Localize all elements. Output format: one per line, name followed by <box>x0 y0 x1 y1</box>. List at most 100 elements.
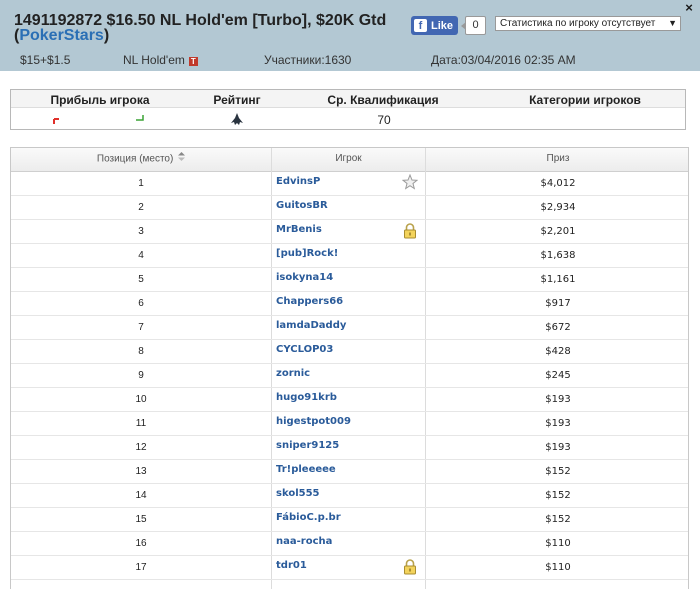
game-type-label: NL Hold'em <box>123 53 185 67</box>
player-name-link[interactable]: isokyna14 <box>276 268 333 291</box>
table-row: 7 lamdaDaddy $672 <box>11 316 688 340</box>
facebook-like-label: Like <box>431 19 454 32</box>
prize-cell: $1,161 <box>540 274 576 285</box>
prize-cell: $245 <box>545 370 571 381</box>
prize-cell: $917 <box>545 298 571 309</box>
facebook-like-count: 0 <box>461 16 486 35</box>
player-name-link[interactable]: skol555 <box>276 484 320 507</box>
position-cell: 4 <box>138 250 144 261</box>
table-row: 2 GuitosBR $2,934 <box>11 196 688 220</box>
table-row: 10 hugo91krb $193 <box>11 388 688 412</box>
prize-cell: $193 <box>545 442 571 453</box>
player-name-link[interactable]: Tr!pleeeee <box>276 460 336 483</box>
player-name-link[interactable]: tdr01 <box>276 556 307 579</box>
profit-green-icon <box>136 115 144 121</box>
player-name-link[interactable]: [pub]Rock! <box>276 244 338 267</box>
prize-cell: $110 <box>545 562 571 573</box>
position-cell: 2 <box>138 202 144 213</box>
player-name-link[interactable]: FábioC.p.br <box>276 508 341 531</box>
prize-cell: $193 <box>545 418 571 429</box>
title-close-paren: ) <box>103 27 110 44</box>
results-table-header: Позиция (место) Игрок Приз <box>11 148 688 172</box>
tournament-popup: × 1491192872 $16.50 NL Hold'em [Turbo], … <box>0 0 700 589</box>
site-link[interactable]: PokerStars <box>19 27 104 44</box>
position-cell: 17 <box>135 562 147 573</box>
prize-cell: $110 <box>545 538 571 549</box>
table-row: 6 Chappers66 $917 <box>11 292 688 316</box>
position-cell: 8 <box>138 346 144 357</box>
position-cell: 5 <box>138 274 144 285</box>
position-cell: 3 <box>138 226 144 237</box>
prize-cell: $2,201 <box>540 226 576 237</box>
player-stats-select-value: Статистика по игроку отсутствует <box>500 18 656 29</box>
position-cell: 15 <box>135 514 147 525</box>
player-stats-select[interactable]: Статистика по игроку отсутствует ▼ <box>495 16 681 31</box>
results-table: Позиция (место) Игрок Приз 1 EdvinsP $4,01… <box>10 147 689 589</box>
stats-header-player-categories: Категории игроков <box>529 93 641 107</box>
prize-cell: $152 <box>545 514 571 525</box>
player-name-link[interactable]: GuitosBR <box>276 196 328 219</box>
lock-icon <box>402 558 420 576</box>
stats-header-profit: Прибыль игрока <box>50 93 150 107</box>
position-cell: 14 <box>135 490 147 501</box>
rating-shark-icon <box>231 113 243 125</box>
column-position[interactable]: Позиция (место) <box>11 148 271 172</box>
tournament-header: × 1491192872 $16.50 NL Hold'em [Turbo], … <box>0 0 700 71</box>
facebook-icon: f <box>414 19 427 32</box>
avg-qualification-value: 70 <box>377 113 391 127</box>
table-row: 5 isokyna14 $1,161 <box>11 268 688 292</box>
table-row: 9 zornic $245 <box>11 364 688 388</box>
tournament-date: Дата:03/04/2016 02:35 AM <box>431 53 576 67</box>
tournament-stats-panel: Прибыль игрока Рейтинг Ср. Квалификация … <box>10 89 686 130</box>
column-prize[interactable]: Приз <box>426 148 688 172</box>
position-cell: 13 <box>135 466 147 477</box>
sort-arrows-icon <box>178 148 186 170</box>
column-player[interactable]: Игрок <box>272 148 425 172</box>
position-cell: 16 <box>135 538 147 549</box>
table-row: 11 higestpot009 $193 <box>11 412 688 436</box>
position-cell: 7 <box>138 322 144 333</box>
position-cell: 9 <box>138 370 144 381</box>
table-row: 8 CYCLOP03 $428 <box>11 340 688 364</box>
prize-cell: $152 <box>545 466 571 477</box>
position-cell: 11 <box>135 418 147 429</box>
player-name-link[interactable]: Chappers66 <box>276 292 343 315</box>
star-icon[interactable] <box>401 173 420 192</box>
player-name-link[interactable]: EdvinsP <box>276 172 320 195</box>
table-row: 14 skol555 $152 <box>11 484 688 508</box>
stats-header-row: Прибыль игрока Рейтинг Ср. Квалификация … <box>11 90 685 108</box>
column-position-label: Позиция (место) <box>96 153 174 165</box>
player-name-link[interactable]: zornic <box>276 364 310 387</box>
table-row: 1 EdvinsP $4,012 <box>11 172 688 196</box>
prize-cell: $193 <box>545 394 571 405</box>
player-name-link[interactable]: hugo91krb <box>276 388 337 411</box>
player-name-link[interactable]: CYCLOP03 <box>276 340 333 363</box>
position-cell: 10 <box>135 394 147 405</box>
table-row: 4 [pub]Rock! $1,638 <box>11 244 688 268</box>
facebook-like-button[interactable]: f Like <box>411 16 458 35</box>
participants-count: Участники:1630 <box>264 53 352 67</box>
stats-header-avg-qualification: Ср. Квалификация <box>327 93 439 107</box>
player-name-link[interactable]: sniper9125 <box>276 436 339 459</box>
tournament-site-line: (PokerStars) <box>14 27 109 45</box>
player-name-link[interactable]: naa-rocha <box>276 532 332 555</box>
table-row: 13 Tr!pleeeee $152 <box>11 460 688 484</box>
table-row: 17 tdr01 $110 <box>11 556 688 580</box>
table-row: 15 FábioC.p.br $152 <box>11 508 688 532</box>
player-name-link[interactable]: higestpot009 <box>276 412 351 435</box>
player-name-link[interactable]: MrBenis <box>276 220 322 243</box>
buyin-text: $15+$1.5 <box>20 53 71 67</box>
position-cell: 1 <box>138 178 144 189</box>
player-name-link[interactable]: lamdaDaddy <box>276 316 346 339</box>
prize-cell: $1,638 <box>540 250 576 261</box>
table-row: 16 naa-rocha $110 <box>11 532 688 556</box>
lock-icon <box>402 222 420 240</box>
prize-cell: $428 <box>545 346 571 357</box>
turbo-badge-icon: T <box>188 57 198 66</box>
prize-cell: $152 <box>545 490 571 501</box>
profit-red-icon <box>53 118 59 124</box>
dropdown-arrow-icon: ▼ <box>668 18 677 28</box>
close-icon[interactable]: × <box>683 1 695 14</box>
table-row: 3 MrBenis $2,201 <box>11 220 688 244</box>
game-type: NL Hold'em T <box>123 53 198 67</box>
